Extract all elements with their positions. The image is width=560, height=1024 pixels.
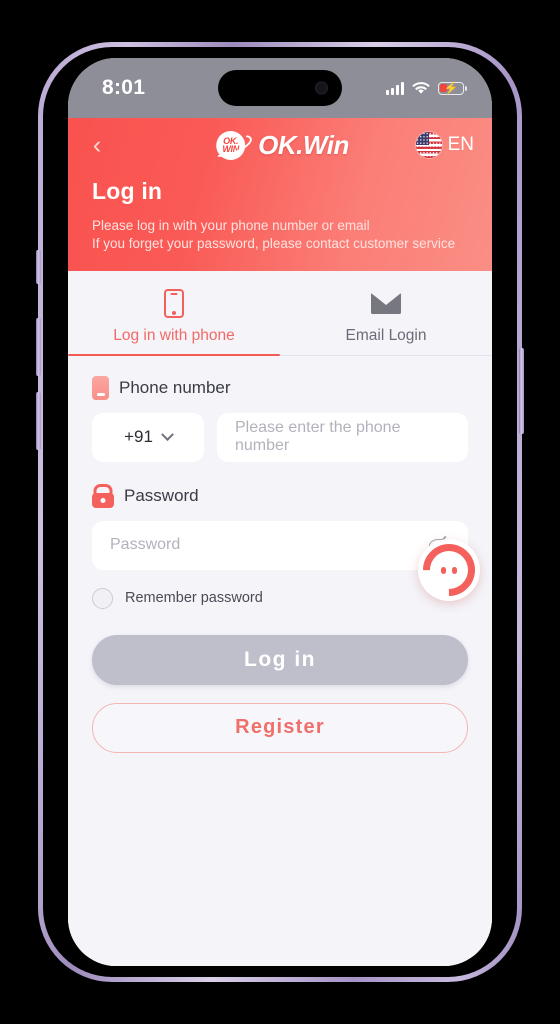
password-input[interactable]: Password <box>110 536 428 554</box>
mute-switch[interactable] <box>36 250 41 284</box>
envelope-icon <box>371 287 401 321</box>
country-code-value: +91 <box>124 427 153 447</box>
brand-name: OK.Win <box>258 129 349 160</box>
page-subtitle: Please log in with your phone number or … <box>68 205 492 253</box>
subtitle-line-1: Please log in with your phone number or … <box>92 218 370 233</box>
phone-number-label-text: Phone number <box>119 377 231 397</box>
dynamic-island <box>218 70 342 106</box>
tab-login-with-phone[interactable]: Log in with phone <box>68 287 280 357</box>
page-title: Log in <box>92 178 163 204</box>
lock-icon <box>92 484 114 508</box>
phone-icon <box>164 287 184 321</box>
chevron-down-icon <box>161 428 174 441</box>
volume-down-button[interactable] <box>36 392 41 450</box>
wifi-icon <box>412 81 430 94</box>
tab-label-phone: Log in with phone <box>113 326 235 344</box>
remember-password-label: Remember password <box>125 590 263 607</box>
remember-password-checkbox[interactable] <box>92 587 113 609</box>
phone-small-icon <box>92 375 109 400</box>
tab-label-email: Email Login <box>345 326 427 344</box>
status-bar: 8:01 ⚡ <box>68 58 492 118</box>
back-chevron-icon[interactable]: ‹ <box>82 130 112 160</box>
chat-support-bubble-icon[interactable] <box>412 533 486 607</box>
password-label-text: Password <box>124 485 199 505</box>
register-button[interactable]: Register <box>92 702 468 753</box>
okwin-planet-logo-icon: OK. WIN <box>209 130 255 161</box>
language-selector[interactable]: EN <box>415 132 474 158</box>
status-time: 8:01 <box>102 76 146 99</box>
power-button[interactable] <box>519 348 524 434</box>
phone-number-input[interactable]: Please enter the phone number <box>217 412 468 462</box>
app-header: ‹ OK. WIN OK.Win EN Log in Please log in… <box>68 118 492 271</box>
battery-charging-low-icon: ⚡ <box>438 81 467 95</box>
password-field[interactable]: Password <box>92 520 468 570</box>
country-code-select[interactable]: +91 <box>92 412 204 462</box>
signal-bars-icon <box>386 81 404 95</box>
us-flag-icon <box>415 132 442 158</box>
front-camera <box>315 81 328 95</box>
language-label: EN <box>447 134 474 155</box>
screenshot-stage: 8:01 ⚡ ‹ OK. WIN OK.Win EN Log in Please… <box>0 0 560 1024</box>
password-label: Password <box>92 484 468 508</box>
phone-number-label: Phone number <box>92 375 468 400</box>
app-body: Log in with phone Email Login Phone numb… <box>68 270 492 966</box>
remember-password-row[interactable]: Remember password <box>92 587 468 609</box>
volume-up-button[interactable] <box>36 318 41 376</box>
brand-logo[interactable]: OK. WIN OK.Win <box>209 129 349 161</box>
phone-screen: 8:01 ⚡ ‹ OK. WIN OK.Win EN Log in Please… <box>68 58 492 966</box>
login-method-tabs: Log in with phone Email Login <box>68 270 492 357</box>
subtitle-line-2: If you forget your password, please cont… <box>92 235 456 251</box>
tab-email-login[interactable]: Email Login <box>280 287 492 355</box>
login-button[interactable]: Log in <box>92 634 468 685</box>
